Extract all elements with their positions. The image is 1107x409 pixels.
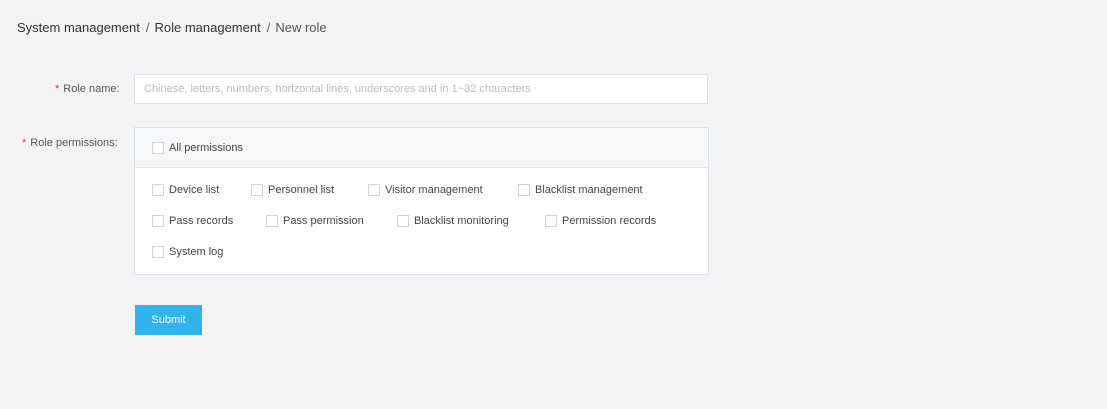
breadcrumb-item-new-role: New role: [275, 20, 327, 35]
role-permissions-label: * Role permissions:: [22, 137, 118, 149]
breadcrumb-item-role-management[interactable]: Role management: [154, 20, 260, 35]
checkbox-box[interactable]: [251, 184, 263, 196]
permission-checkbox-device-list[interactable]: Device list: [152, 184, 219, 196]
required-mark: *: [55, 83, 60, 95]
all-permissions-checkbox[interactable]: All permissions: [152, 142, 243, 154]
all-permissions-label: All permissions: [169, 142, 243, 154]
permission-checkbox-visitor-management[interactable]: Visitor management: [368, 184, 483, 196]
permission-label: Pass permission: [283, 215, 364, 227]
permission-label: Device list: [169, 184, 220, 196]
submit-button[interactable]: Submit: [135, 305, 202, 335]
breadcrumb: System management / Role management / New ro…: [17, 20, 327, 35]
permission-label: Pass records: [169, 215, 234, 227]
breadcrumb-separator: /: [145, 20, 150, 35]
permission-label: Blacklist monitoring: [414, 215, 509, 227]
role-permissions-label-text: Role permissions:: [30, 137, 118, 149]
role-name-label: * Role name:: [55, 83, 120, 95]
permission-checkbox-permission-records[interactable]: Permission records: [545, 215, 656, 227]
permission-checkbox-pass-records[interactable]: Pass records: [152, 215, 233, 227]
checkbox-box[interactable]: [152, 142, 164, 154]
role-name-label-text: Role name:: [63, 83, 120, 95]
permissions-panel-header: All permissions: [135, 128, 708, 168]
checkbox-box[interactable]: [152, 184, 164, 196]
permission-checkbox-blacklist-monitoring[interactable]: Blacklist monitoring: [397, 215, 509, 227]
required-mark: *: [22, 137, 27, 149]
permission-label: Permission records: [562, 215, 657, 227]
checkbox-box[interactable]: [152, 215, 164, 227]
checkbox-box[interactable]: [152, 246, 164, 258]
permission-checkbox-pass-permission[interactable]: Pass permission: [266, 215, 364, 227]
role-name-input[interactable]: [134, 74, 708, 104]
permission-checkbox-blacklist-management[interactable]: Blacklist management: [518, 184, 643, 196]
permission-label: Visitor management: [385, 184, 483, 196]
checkbox-box[interactable]: [266, 215, 278, 227]
breadcrumb-separator: /: [266, 20, 271, 35]
permission-label: Blacklist management: [535, 184, 643, 196]
permission-checkbox-system-log[interactable]: System log: [152, 246, 223, 258]
checkbox-box[interactable]: [397, 215, 409, 227]
checkbox-box[interactable]: [368, 184, 380, 196]
permission-checkbox-personnel-list[interactable]: Personnel list: [251, 184, 334, 196]
checkbox-box[interactable]: [545, 215, 557, 227]
checkbox-box[interactable]: [518, 184, 530, 196]
breadcrumb-item-system-management[interactable]: System management: [17, 20, 140, 35]
permission-label: Personnel list: [268, 184, 335, 196]
permission-label: System log: [169, 246, 224, 258]
permissions-panel: All permissions Device list Personnel li…: [134, 127, 709, 275]
